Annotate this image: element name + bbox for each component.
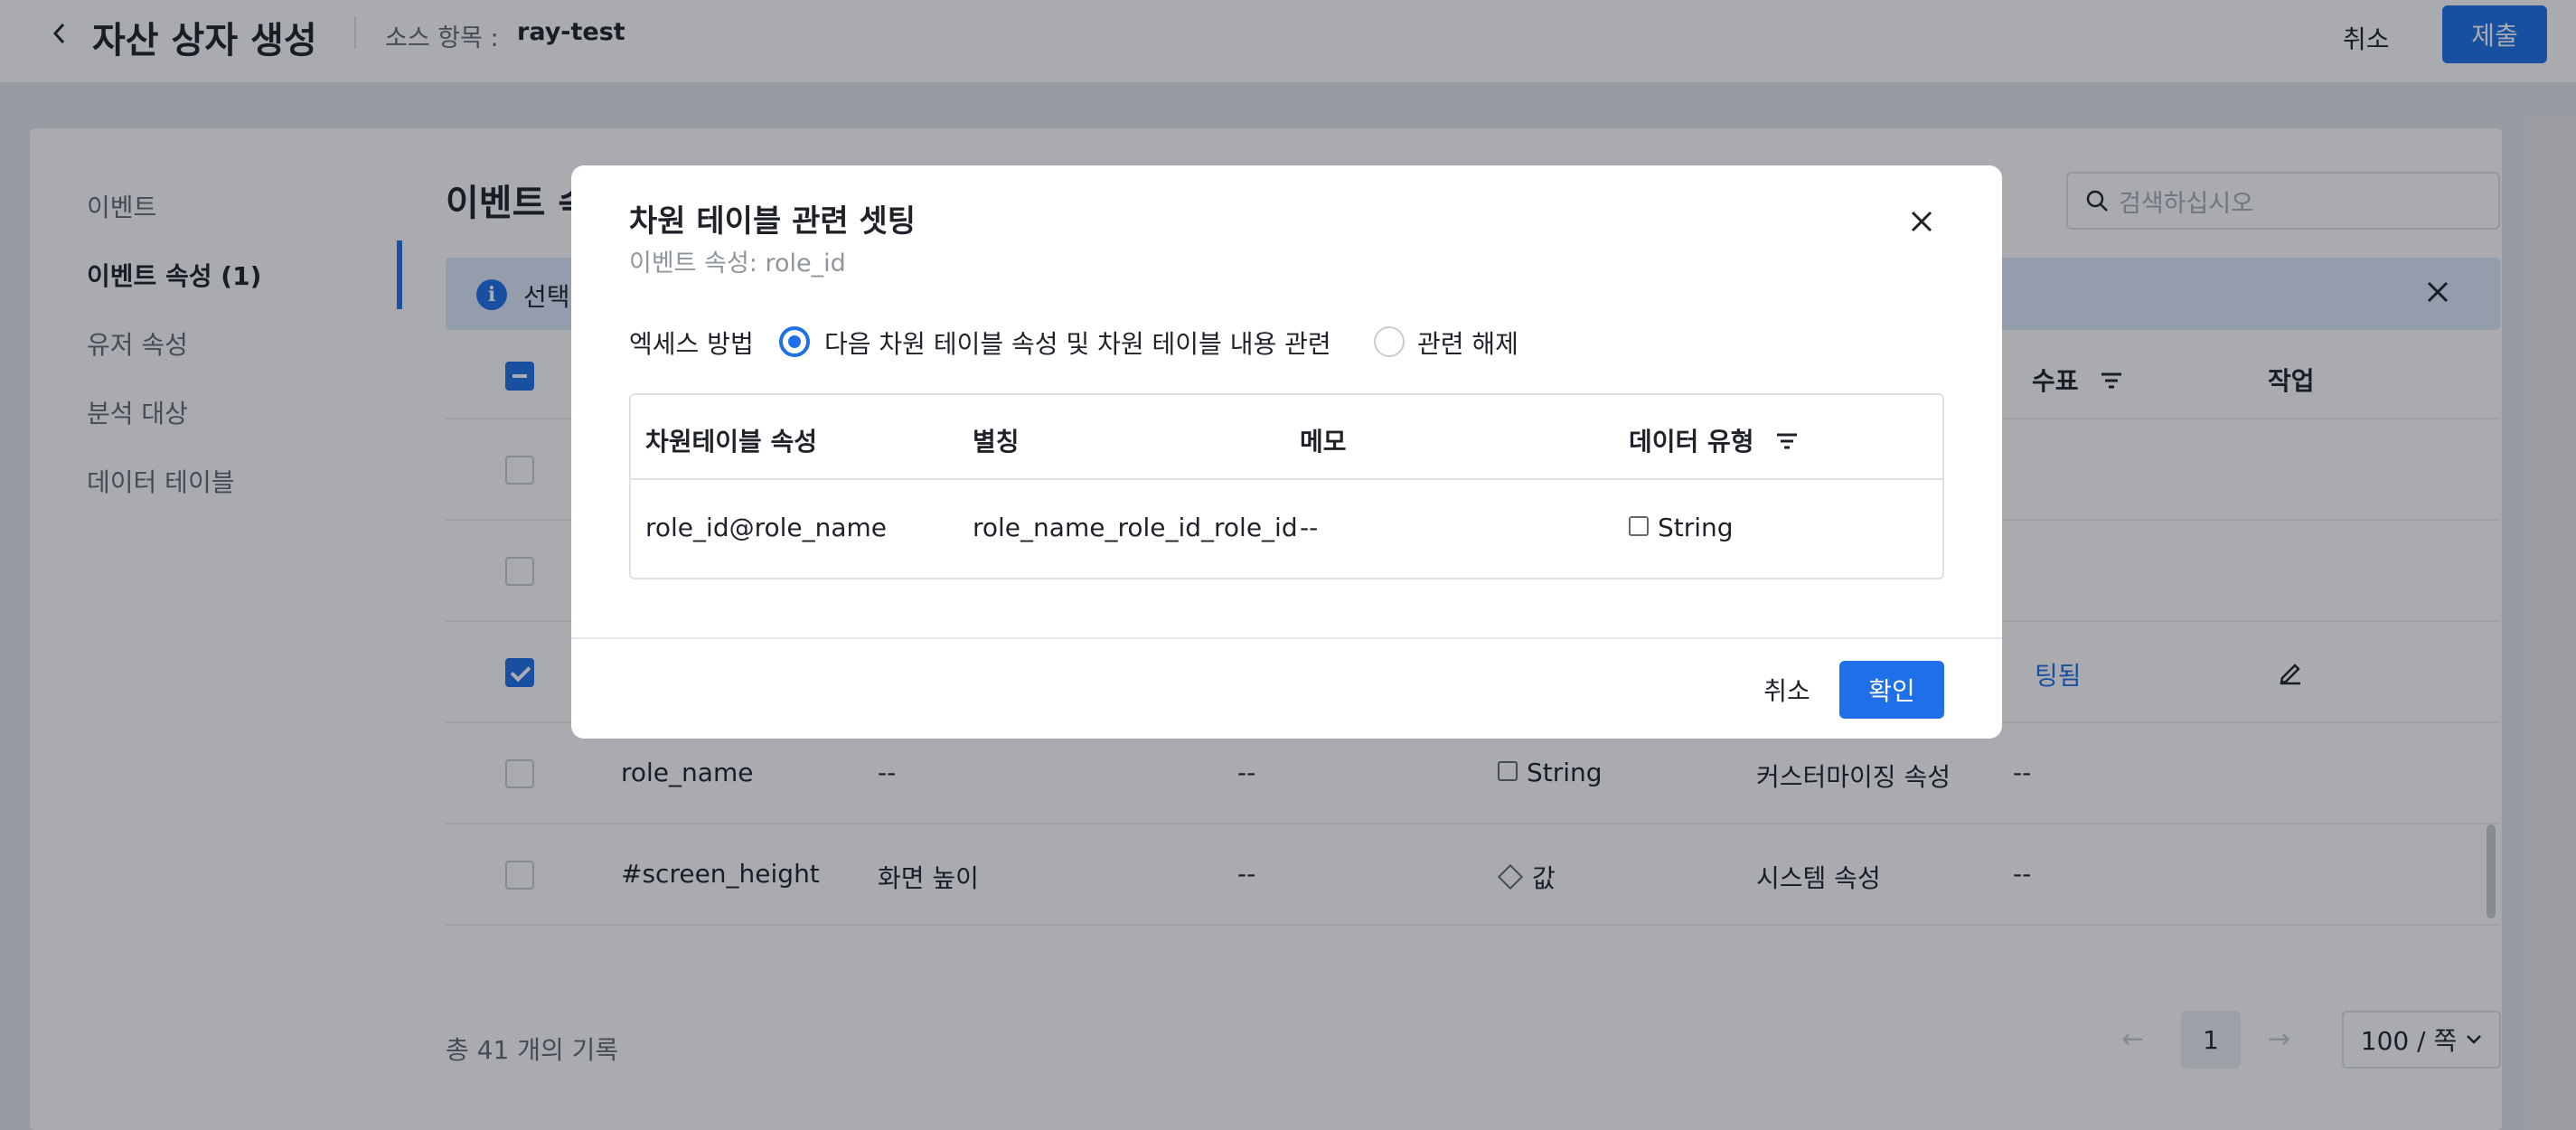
cell-memo: -- [1300, 513, 1319, 542]
modal-footer-divider [571, 637, 2002, 639]
filter-icon[interactable] [1775, 431, 1799, 451]
radio-unlink[interactable] [1374, 326, 1405, 357]
cell-dimension-attribute: role_id@role_name [645, 513, 888, 542]
modal-title: 차원 테이블 관련 셋팅 [629, 203, 917, 240]
modal-subtitle: 이벤트 속성: role_id [629, 250, 846, 278]
radio-link-dimension-label[interactable]: 다음 차원 테이블 속성 및 차원 테이블 내용 관련 [824, 325, 1331, 361]
header-dimension-attribute: 차원테이블 속성 [645, 427, 818, 457]
header-data-type: 데이터 유형 [1629, 422, 1799, 458]
cell-data-type: String [1629, 513, 1734, 542]
radio-link-dimension[interactable] [779, 326, 810, 357]
modal-confirm-button[interactable]: 확인 [1839, 661, 1944, 719]
dimension-table: 차원테이블 속성 별칭 메모 데이터 유형 role_id@role_name … [629, 393, 1944, 579]
dimension-table-modal: 차원 테이블 관련 셋팅 이벤트 속성: role_id 엑세스 방법 다음 차… [571, 165, 2002, 739]
string-type-icon [1629, 516, 1649, 536]
access-method-label: 엑세스 방법 [629, 329, 754, 359]
dimension-table-header: 차원테이블 속성 별칭 메모 데이터 유형 [631, 395, 1942, 480]
radio-unlink-label[interactable]: 관련 해제 [1417, 325, 1518, 361]
close-icon[interactable] [1904, 203, 1940, 240]
cell-alias: role_name_role_id_role_id [973, 513, 1298, 542]
modal-cancel-button[interactable]: 취소 [1743, 661, 1831, 719]
header-memo: 메모 [1300, 427, 1347, 457]
header-alias: 별칭 [973, 427, 1020, 457]
